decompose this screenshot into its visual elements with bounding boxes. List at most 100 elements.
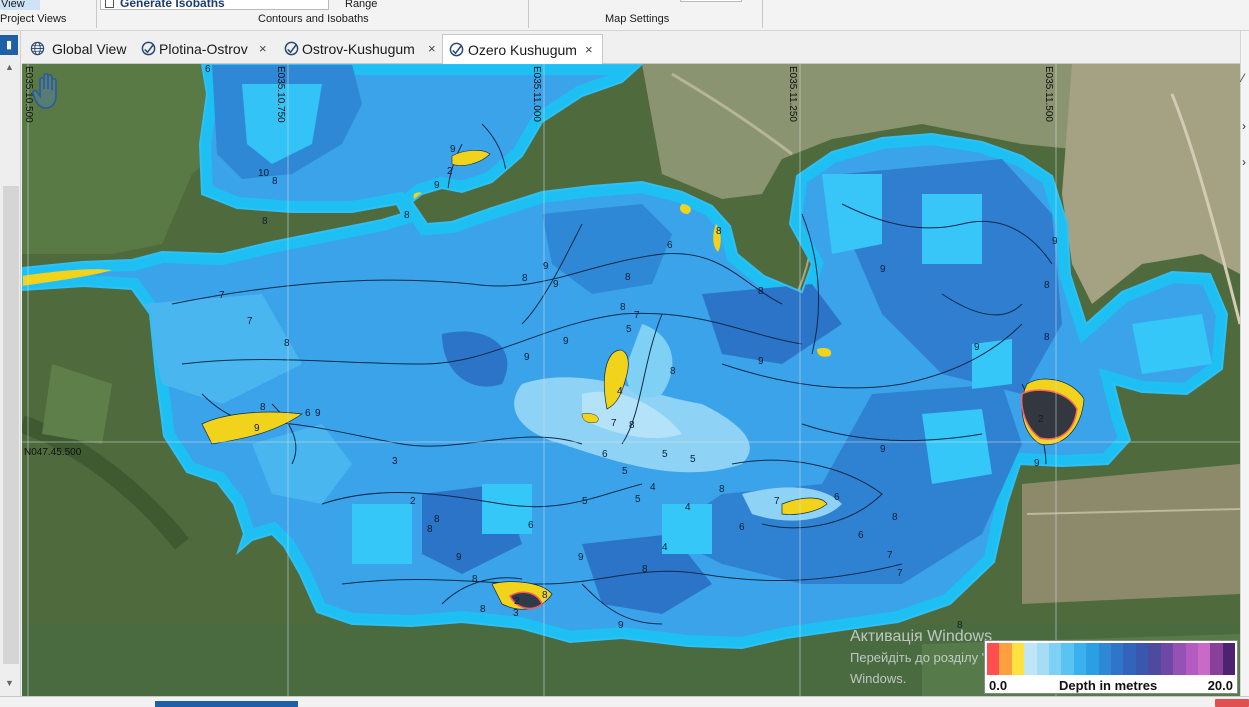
status-bar-active-item[interactable] — [155, 701, 298, 707]
legend-swatch — [1073, 643, 1087, 675]
close-icon[interactable]: × — [259, 34, 267, 64]
tab-ozero-kushugum[interactable]: Ozero Kushugum × — [442, 34, 603, 65]
legend-swatch — [1197, 643, 1211, 675]
survey-icon — [284, 41, 299, 56]
tab-label: Ostrov-Kushugum — [302, 41, 415, 57]
depth-label: 9 — [880, 264, 886, 275]
depth-label: 9 — [524, 352, 530, 363]
depth-label: 8 — [404, 210, 410, 221]
depth-label: 8 — [480, 604, 486, 615]
depth-label: 7 — [887, 550, 893, 561]
right-tool-icon[interactable]: › — [1242, 155, 1246, 169]
depth-label: 8 — [260, 402, 266, 413]
depth-label: 9 — [974, 342, 980, 353]
depth-label: 9 — [1034, 458, 1040, 469]
legend-min-label: 0.0 — [989, 678, 1008, 693]
scroll-down-icon[interactable]: ▼ — [5, 678, 14, 688]
grid-label-lon: E035.10.750 — [275, 66, 286, 123]
globe-icon — [30, 41, 45, 56]
depth-label: 9 — [563, 336, 569, 347]
grid-label-lon: E035.11.250 — [787, 66, 798, 122]
depth-label: 9 — [553, 279, 559, 290]
depth-label: 9 — [450, 144, 456, 155]
depth-legend: 0.0 Depth in metres 20.0 — [984, 640, 1238, 694]
tab-global-view[interactable]: Global View — [24, 34, 127, 64]
depth-label: 5 — [626, 324, 632, 335]
depth-label: 8 — [1044, 280, 1050, 291]
depth-label: 8 — [262, 216, 268, 227]
right-tool-icon[interactable]: › — [1242, 119, 1246, 133]
right-tool-icon[interactable]: ⁄ — [1242, 71, 1244, 85]
legend-swatch — [999, 643, 1012, 675]
generate-isobaths-checkbox[interactable]: Generate Isobaths — [100, 0, 329, 10]
bathymetry-map[interactable]: E035.10.500 E035.10.750 E035.11.000 E035… — [22, 64, 1240, 696]
depth-label: 8 — [472, 574, 478, 585]
depth-label: 9 — [758, 356, 764, 367]
tab-label: Ozero Kushugum — [468, 42, 577, 58]
left-scrollbar[interactable] — [3, 186, 19, 664]
depth-label: 2 — [410, 496, 416, 507]
depth-label: 9 — [880, 444, 886, 455]
tab-label: Global View — [52, 41, 127, 57]
depth-label: 8 — [1044, 332, 1050, 343]
depth-label: 8 — [522, 273, 528, 284]
depth-label: 6 — [858, 530, 864, 541]
scroll-up-icon[interactable]: ▲ — [5, 62, 14, 72]
survey-icon — [449, 42, 464, 57]
close-icon[interactable]: × — [428, 34, 436, 64]
legend-title: Depth in metres — [1059, 678, 1158, 693]
ribbon-separator — [528, 0, 529, 28]
depth-label: 7 — [897, 568, 903, 579]
legend-swatch — [1173, 643, 1186, 675]
depth-label: 5 — [662, 449, 668, 460]
depth-label: 7 — [219, 290, 225, 301]
depth-label: 4 — [650, 482, 656, 493]
legend-max-label: 20.0 — [1207, 678, 1233, 693]
depth-label: 8 — [716, 226, 722, 237]
grid-label-lon: E035.11.500 — [1043, 66, 1054, 122]
tab-ostrov-kushugum[interactable]: Ostrov-Kushugum × — [278, 34, 442, 64]
depth-label: 7 — [774, 496, 780, 507]
depth-label: 2 — [1038, 414, 1044, 425]
map-settings-input[interactable] — [680, 0, 742, 2]
depth-label: 5 — [635, 494, 641, 505]
depth-label: 6 — [667, 240, 673, 251]
depth-label: 8 — [620, 302, 626, 313]
legend-swatch — [1061, 643, 1074, 675]
depth-label: 4 — [617, 386, 623, 397]
pan-hand-icon[interactable] — [32, 72, 64, 110]
depth-label: 2 — [447, 166, 453, 177]
depth-label: 7 — [611, 418, 617, 429]
depth-label: 8 — [719, 484, 725, 495]
depth-label: 6 — [739, 522, 745, 533]
legend-swatch — [1185, 643, 1198, 675]
legend-swatch — [1222, 643, 1236, 675]
close-icon[interactable]: × — [585, 35, 593, 65]
tab-label: Plotina-Ostrov — [159, 41, 248, 57]
depth-label: 6 — [528, 520, 534, 531]
depth-label: 8 — [284, 338, 290, 349]
right-panel-strip: ⁄ › › — [1240, 31, 1249, 706]
depth-color-scale — [987, 643, 1236, 675]
ribbon: View Project Views Generate Isobaths Ran… — [0, 0, 1249, 31]
legend-swatch — [1036, 643, 1050, 675]
legend-swatch — [1148, 643, 1161, 675]
view-button[interactable]: View — [0, 0, 40, 10]
depth-label: 8 — [625, 272, 631, 283]
document-tab-bar: Global View Plotina-Ostrov × Ostrov-Kush… — [22, 34, 1242, 65]
pin-icon[interactable]: ▮ — [0, 35, 18, 55]
depth-label: 4 — [662, 542, 668, 553]
depth-label: 6 — [834, 492, 840, 503]
depth-label: 8 — [629, 420, 635, 431]
depth-label: 8 — [758, 286, 764, 297]
legend-swatch — [1160, 643, 1174, 675]
legend-swatch — [1049, 643, 1062, 675]
depth-label: 8 — [892, 512, 898, 523]
tab-plotina-ostrov[interactable]: Plotina-Ostrov × — [135, 34, 273, 64]
legend-swatch — [1123, 643, 1136, 675]
grid-label-lon: E035.11.000 — [531, 66, 542, 122]
depth-label: 9 — [254, 423, 260, 434]
map-canvas[interactable]: E035.10.500 E035.10.750 E035.11.000 E035… — [22, 64, 1240, 696]
depth-label: 9 — [578, 552, 584, 563]
legend-swatch — [1011, 643, 1025, 675]
